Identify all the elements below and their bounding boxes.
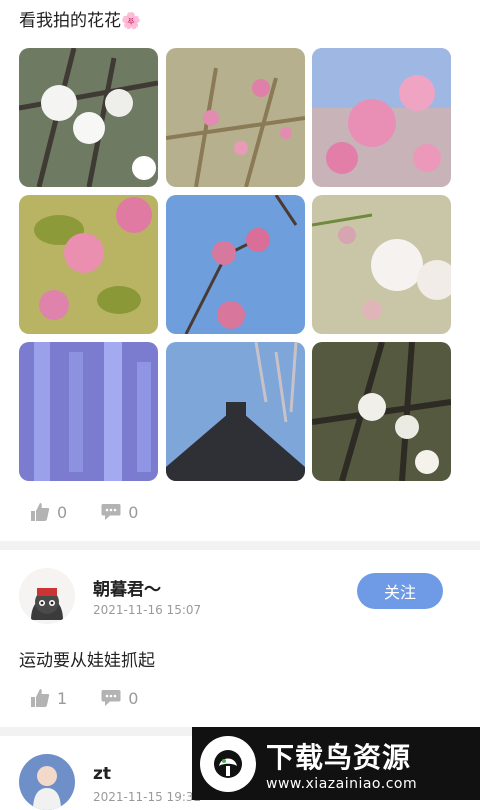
watermark-bird-icon	[200, 735, 256, 792]
photo-grid	[19, 48, 452, 481]
comment-icon	[101, 503, 121, 521]
watermark-banner: 下载鸟资源 www.xiazainiao.com	[192, 727, 480, 800]
photo-9[interactable]	[312, 342, 451, 481]
watermark-title: 下载鸟资源	[266, 740, 412, 774]
like-button[interactable]: 0	[30, 502, 67, 522]
photo-4[interactable]	[19, 195, 158, 334]
username[interactable]: zt	[93, 764, 111, 784]
thumbs-up-icon	[30, 502, 50, 522]
photo-5[interactable]	[166, 195, 305, 334]
post1-actions: 0 0	[30, 502, 138, 522]
post-caption: 看我拍的花花🌸	[19, 11, 141, 31]
timestamp: 2021-11-15 19:32	[93, 790, 202, 804]
blossom-emoji: 🌸	[121, 11, 141, 30]
post-text: 运动要从娃娃抓起	[19, 651, 155, 671]
photo-7[interactable]	[19, 342, 158, 481]
comment-button[interactable]: 0	[101, 689, 138, 708]
username[interactable]: 朝暮君～	[93, 575, 161, 600]
like-count: 1	[57, 688, 68, 708]
avatar[interactable]	[19, 754, 75, 810]
comment-icon	[101, 689, 121, 707]
photo-2[interactable]	[166, 48, 305, 187]
watermark-url: www.xiazainiao.com	[266, 775, 418, 792]
photo-3[interactable]	[312, 48, 451, 187]
photo-8[interactable]	[166, 342, 305, 481]
comment-count: 0	[128, 688, 139, 708]
avatar[interactable]	[19, 568, 75, 624]
photo-6[interactable]	[312, 195, 451, 334]
timestamp: 2021-11-16 15:07	[93, 603, 202, 617]
like-button[interactable]: 1	[30, 688, 67, 708]
photo-1[interactable]	[19, 48, 158, 187]
follow-button[interactable]: 关注	[357, 573, 443, 609]
post2-actions: 1 0	[30, 688, 138, 708]
divider	[0, 541, 480, 550]
like-count: 0	[57, 502, 68, 522]
thumbs-up-icon	[30, 688, 50, 708]
comment-count: 0	[128, 502, 139, 522]
comment-button[interactable]: 0	[101, 503, 138, 522]
